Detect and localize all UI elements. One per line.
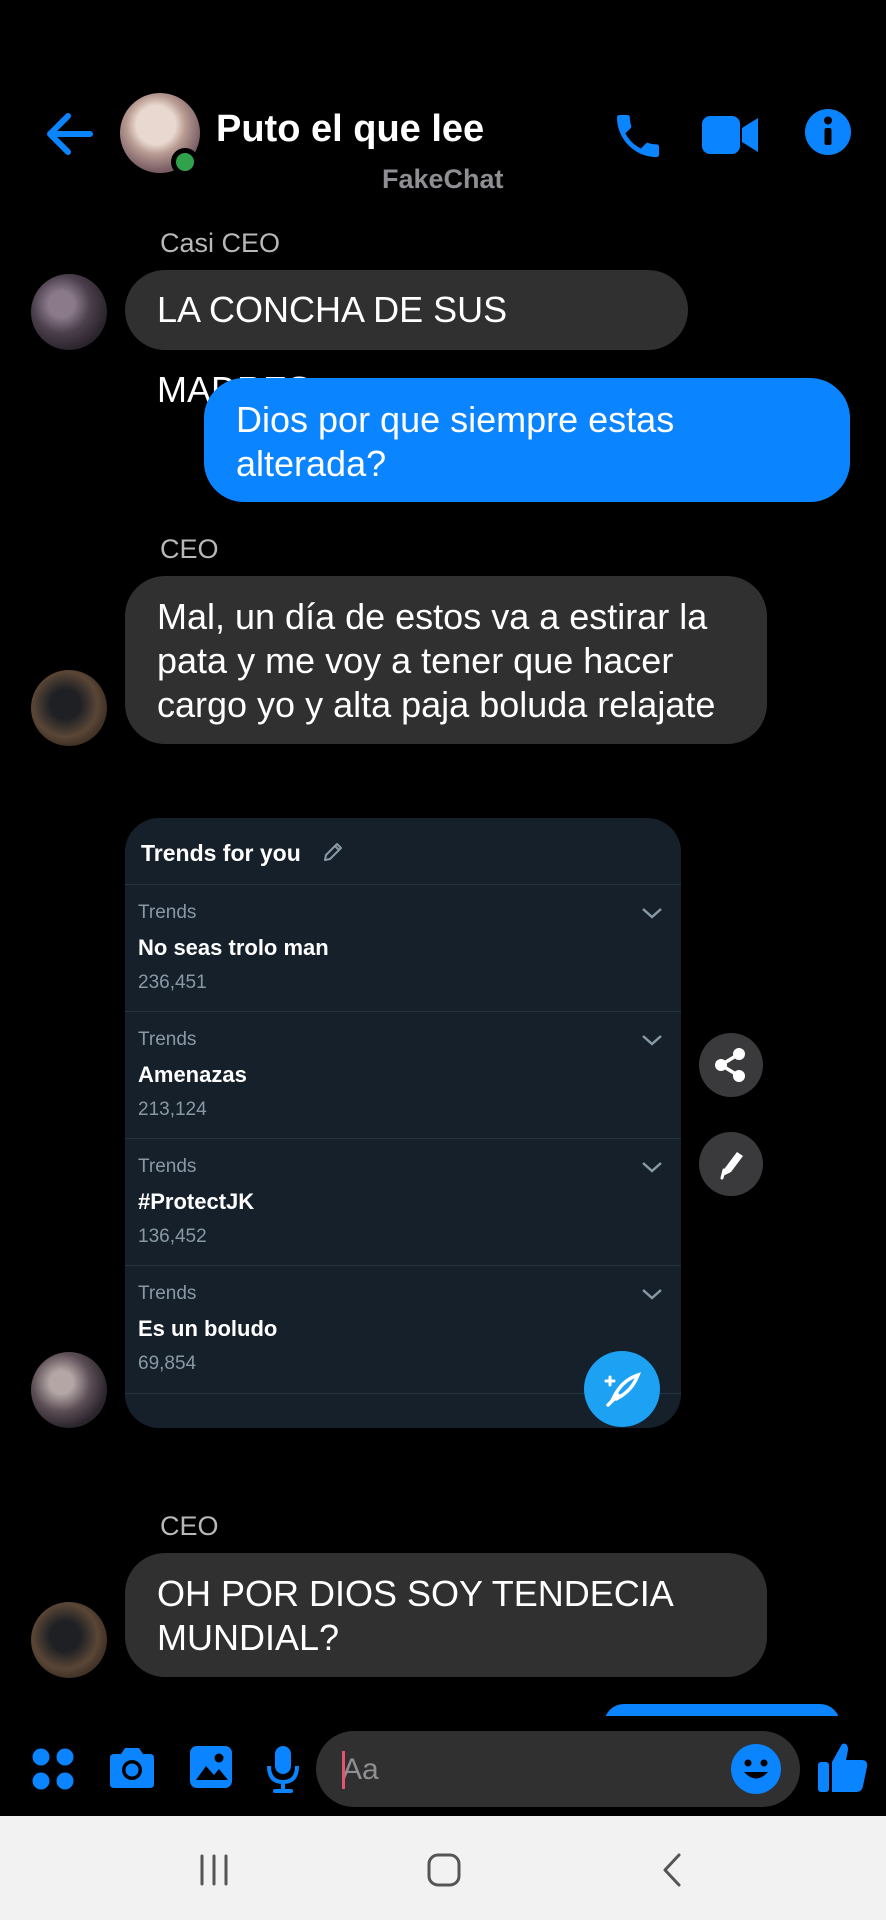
pencil-icon [720, 1152, 743, 1180]
apps-grid-icon [32, 1748, 74, 1790]
trends-title: Trends for you [141, 840, 301, 866]
info-icon [805, 109, 851, 155]
emoji-icon [731, 1744, 781, 1794]
more-actions-button[interactable] [30, 1746, 76, 1792]
home-icon [427, 1853, 461, 1887]
recent-apps-button[interactable] [196, 1854, 232, 1886]
message-text-line: cargo yo y alta paja boluda relajate [157, 684, 716, 725]
message-sender-name: CEO [160, 534, 219, 564]
message-sender-name: CEO [160, 1511, 219, 1541]
message-text-line: alterada? [236, 443, 387, 484]
system-back-button[interactable] [660, 1852, 684, 1888]
trend-count: 136,452 [138, 1226, 207, 1247]
gallery-button[interactable] [188, 1744, 234, 1790]
trend-name: #ProtectJK [138, 1189, 255, 1214]
chevron-down-icon[interactable] [639, 1284, 665, 1304]
message-text-line: MUNDIAL? [157, 1617, 340, 1658]
trend-label: Trends [138, 1029, 197, 1050]
chevron-down-icon[interactable] [639, 1030, 665, 1050]
message-sender-name: Casi CEO [160, 228, 281, 258]
microphone-icon [267, 1746, 299, 1793]
chevron-down-icon[interactable] [639, 1157, 665, 1177]
message-text-line: Mal, un día de estos va a estirar la [157, 596, 708, 637]
home-button[interactable] [426, 1852, 462, 1888]
message-text-line: pata y me voy a tener que hacer [157, 640, 674, 681]
conversation-info-button[interactable] [804, 108, 852, 156]
system-navigation-bar [0, 1816, 886, 1920]
trend-count: 69,854 [138, 1353, 197, 1374]
text-cursor [342, 1751, 345, 1789]
voice-call-button[interactable] [610, 108, 666, 164]
feather-icon [604, 1372, 642, 1407]
trend-label: Trends [138, 902, 197, 923]
conversation-subtitle: FakeChat [382, 164, 504, 194]
trends-card-header: Trends for you [141, 840, 345, 867]
online-status-dot [171, 148, 199, 176]
sender-avatar[interactable] [31, 274, 107, 350]
conversation-title[interactable]: Puto el que lee [216, 108, 484, 151]
back-arrow-icon [47, 113, 93, 155]
trend-label: Trends [138, 1156, 197, 1177]
gallery-icon [190, 1746, 232, 1788]
message-bubble-incoming[interactable]: Mal, un día de estos va a estirar la pat… [125, 576, 767, 744]
trend-count: 236,451 [138, 972, 207, 993]
camera-button[interactable] [106, 1744, 158, 1792]
trend-name: Es un boludo [138, 1316, 278, 1341]
chevron-left-icon [663, 1853, 681, 1887]
trend-item[interactable]: Trends #ProtectJK 136,452 [125, 1138, 681, 1266]
like-button[interactable] [816, 1740, 870, 1794]
message-bubble-incoming[interactable]: LA CONCHA DE SUS MADRES [125, 270, 688, 410]
edit-button[interactable] [699, 1132, 763, 1196]
trend-name: Amenazas [138, 1062, 247, 1087]
message-bubble-incoming[interactable]: OH POR DIOS SOY TENDECIA MUNDIAL? [125, 1553, 767, 1677]
sender-avatar[interactable] [31, 670, 107, 746]
trend-name: No seas trolo man [138, 935, 329, 960]
video-camera-icon [702, 116, 758, 154]
trend-item[interactable]: Trends No seas trolo man 236,451 [125, 884, 681, 1012]
recent-apps-icon [200, 1854, 228, 1886]
trend-count: 213,124 [138, 1099, 207, 1120]
trends-screenshot-image[interactable]: Trends for you Trends No seas trolo man … [125, 818, 681, 1428]
message-bubble-outgoing[interactable]: Dios por que siempre estas alterada? [204, 378, 850, 502]
message-input[interactable] [340, 1745, 704, 1795]
back-button[interactable] [40, 108, 96, 160]
trend-item[interactable]: Trends Amenazas 213,124 [125, 1011, 681, 1139]
compose-tweet-button[interactable] [584, 1351, 660, 1427]
chevron-down-icon[interactable] [639, 903, 665, 923]
message-text-line: Dios por que siempre estas [236, 399, 675, 440]
sender-avatar[interactable] [31, 1602, 107, 1678]
thumbs-up-icon [818, 1743, 868, 1792]
emoji-button[interactable] [730, 1743, 782, 1795]
trend-label: Trends [138, 1283, 197, 1304]
video-call-button[interactable] [700, 112, 760, 158]
share-button[interactable] [699, 1033, 763, 1097]
sender-avatar[interactable] [31, 1352, 107, 1428]
share-icon [715, 1048, 745, 1082]
camera-icon [110, 1748, 154, 1788]
voice-message-button[interactable] [266, 1744, 300, 1794]
phone-icon [617, 115, 659, 157]
message-input-container[interactable] [316, 1731, 800, 1807]
edit-pencil-icon [324, 843, 343, 861]
message-text-line: OH POR DIOS SOY TENDECIA [157, 1573, 674, 1614]
